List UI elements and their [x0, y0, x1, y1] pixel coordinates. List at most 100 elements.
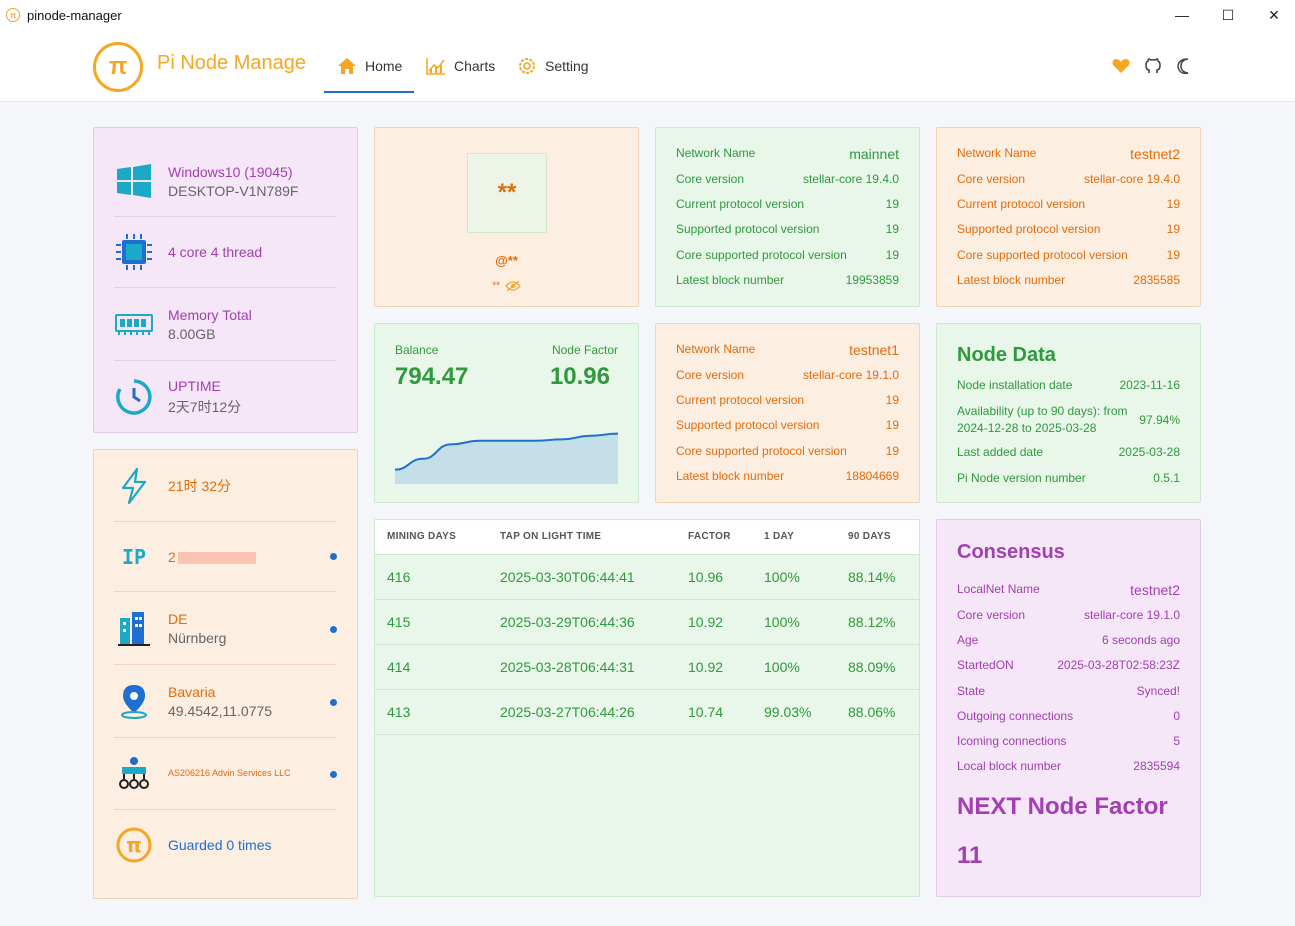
testnet1-row-supported-protocol: Supported protocol version 19 [676, 418, 899, 432]
cell-factor: 10.96 [676, 553, 752, 599]
divider [114, 287, 336, 288]
cpu-cores: 4 core 4 thread [168, 244, 263, 260]
testnet1-row-current-protocol: Current protocol version 19 [676, 393, 899, 407]
next-factor-value: 11 [957, 842, 983, 869]
active-tab-indicator [324, 91, 414, 93]
table-row: 414 2025-03-28T06:44:31 10.92 100% 88.09… [375, 643, 919, 689]
country-code: DE [168, 610, 188, 627]
divider [114, 737, 336, 738]
col-1day[interactable]: 1 DAY [752, 520, 836, 554]
avatar: ** [467, 153, 547, 233]
ip-row: IP 2 [114, 537, 336, 577]
divider [114, 664, 336, 665]
testnet2-card: Network Name testnet2 Core version stellar… [936, 127, 1201, 307]
divider [114, 216, 336, 217]
lightning-icon [114, 466, 154, 506]
consensus-row-localnet: LocalNet Name testnet2 [957, 582, 1180, 598]
consensus-row-core-version: Core version stellar-core 19.1.0 [957, 608, 1180, 622]
cell-time: 2025-03-27T06:44:26 [488, 688, 676, 735]
eye-off-icon[interactable] [504, 280, 521, 292]
cell-factor: 10.92 [676, 643, 752, 689]
node-factor-value: 10.96 [549, 363, 610, 390]
testnet1-row-latest-block: Latest block number 18804669 [676, 469, 899, 483]
testnet2-row-core-supported-protocol: Core supported protocol version 19 [957, 248, 1180, 262]
tab-charts-label: Charts [454, 58, 496, 74]
node-data-card: Node Data Node installation date 2023-11-… [936, 323, 1201, 503]
cell-day: 414 [375, 643, 488, 689]
redacted-mask [177, 552, 256, 565]
mainnet-row-core-supported-protocol: Core supported protocol version 19 [676, 248, 899, 262]
host-name: DESKTOP-V1N789F [168, 182, 299, 199]
col-factor[interactable]: FACTOR [676, 520, 752, 554]
cell-factor: 10.74 [676, 688, 752, 735]
table-row: 415 2025-03-29T06:44:36 10.92 100% 88.12… [375, 598, 919, 644]
balance-label: Balance [395, 343, 439, 357]
divider [114, 521, 336, 522]
consensus-card: Consensus LocalNet Name testnet2 Core ver… [936, 519, 1201, 897]
close-button[interactable]: ✕ [1251, 0, 1295, 30]
mainnet-row-network-name: Network Name mainnet [676, 146, 899, 162]
app-icon: π [6, 8, 20, 22]
consensus-title: Consensus [957, 541, 1065, 563]
cell-1day: 100% [752, 598, 836, 644]
tab-charts[interactable]: Charts [426, 52, 495, 80]
cell-90days: 88.09% [836, 643, 919, 689]
tab-home[interactable]: Home [337, 52, 402, 80]
col-mining-days[interactable]: MINING DAYS [375, 520, 488, 554]
last-added-row: Last added date 2025-03-28 [957, 445, 1180, 459]
mainnet-row-core-version: Core version stellar-core 19.4.0 [676, 172, 899, 186]
brand-title: Pi Node Manage [157, 52, 306, 74]
cell-time: 2025-03-30T06:44:41 [488, 553, 676, 599]
cell-90days: 88.06% [836, 688, 919, 735]
cell-1day: 99.03% [752, 688, 836, 735]
col-tap-time[interactable]: TAP ON LIGHT TIME [488, 520, 676, 554]
github-icon[interactable] [1143, 56, 1163, 76]
mainnet-card: Network Name mainnet Core version stellar-… [655, 127, 920, 307]
cell-day: 415 [375, 598, 488, 644]
balance-card: Balance 794.47 Node Factor 10.96 [374, 323, 639, 503]
cell-time: 2025-03-28T06:44:31 [488, 643, 676, 689]
home-icon [337, 56, 357, 76]
testnet1-row-core-supported-protocol: Core supported protocol version 19 [676, 444, 899, 458]
consensus-row-incoming: Icoming connections 5 [957, 734, 1180, 748]
node-data-title: Node Data [957, 344, 1056, 366]
moon-icon[interactable] [1175, 56, 1195, 76]
memory-row: Memory Total 8.00GB [114, 304, 336, 344]
asn-provider: AS206216 Advin Services LLC [168, 768, 291, 778]
col-90days[interactable]: 90 DAYS [836, 520, 919, 554]
heart-icon[interactable] [1111, 56, 1131, 76]
pi-coin-icon: π [114, 825, 154, 865]
table-row: 413 2025-03-27T06:44:26 10.74 99.03% 88.… [375, 688, 919, 735]
divider [114, 591, 336, 592]
chart-icon [426, 56, 446, 76]
status-dot [330, 771, 337, 778]
tab-setting[interactable]: Setting [517, 52, 589, 80]
cell-time: 2025-03-29T06:44:36 [488, 598, 676, 644]
network-tree-icon [114, 753, 154, 793]
region-name: Bavaria [168, 683, 216, 700]
region-row: Bavaria 49.4542,11.0775 [114, 681, 336, 721]
cell-1day: 100% [752, 643, 836, 689]
network-location-card: 21时 32分 IP 2 DE Nürnberg Bavaria 49.4542… [93, 449, 358, 899]
coordinates: 49.4542,11.0775 [168, 702, 273, 719]
status-dot [330, 699, 337, 706]
balance-trend-chart [395, 432, 618, 484]
table-header-row: MINING DAYS TAP ON LIGHT TIME FACTOR 1 D… [375, 520, 919, 554]
testnet1-row-network-name: Network Name testnet1 [676, 342, 899, 358]
uptime-row: UPTIME 2天7时12分 [114, 377, 336, 417]
country-row: DE Nürnberg [114, 608, 336, 648]
minimize-button[interactable]: — [1159, 0, 1205, 30]
maximize-button[interactable]: ☐ [1205, 0, 1251, 30]
testnet1-card: Network Name testnet1 Core version stellar… [655, 323, 920, 503]
testnet2-row-current-protocol: Current protocol version 19 [957, 197, 1180, 211]
session-uptime: 21时 32分 [168, 478, 232, 494]
hidden-text: ** [492, 280, 500, 292]
cell-1day: 100% [752, 553, 836, 599]
status-dot [330, 553, 337, 560]
tab-setting-label: Setting [545, 58, 589, 74]
testnet2-row-supported-protocol: Supported protocol version 19 [957, 222, 1180, 236]
cell-90days: 88.14% [836, 553, 919, 599]
consensus-row-outgoing: Outgoing connections 0 [957, 709, 1180, 723]
testnet2-row-core-version: Core version stellar-core 19.4.0 [957, 172, 1180, 186]
divider [114, 360, 336, 361]
